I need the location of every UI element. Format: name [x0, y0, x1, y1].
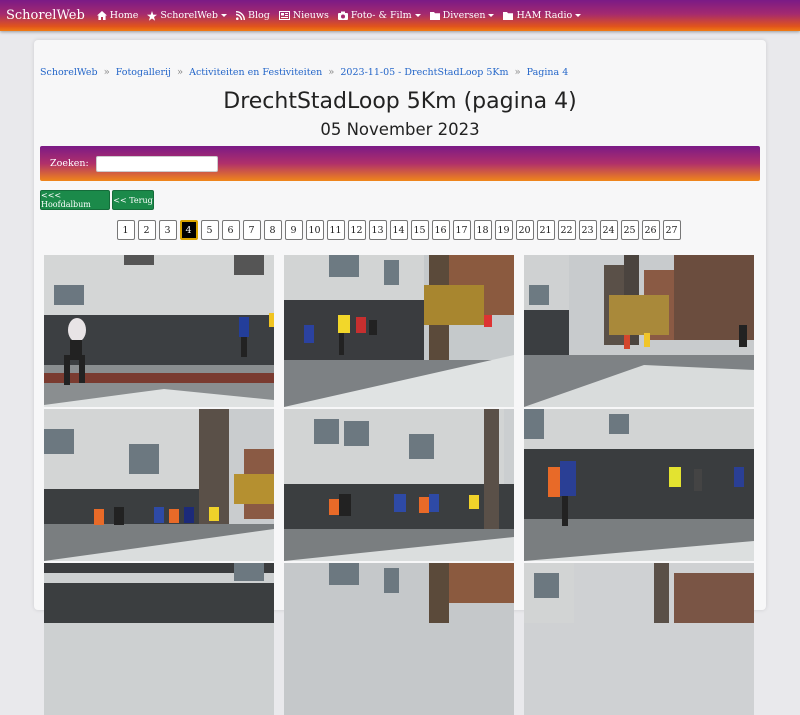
photo-image — [524, 255, 754, 407]
search-bar: Zoeken: — [40, 146, 760, 181]
breadcrumb-item-schorelweb[interactable]: SchorelWeb — [40, 67, 98, 78]
page-button[interactable]: 12 — [347, 220, 366, 240]
breadcrumb-separator-icon: » — [328, 67, 335, 78]
folder-icon — [429, 12, 440, 20]
photo-image — [284, 563, 514, 715]
nav-diversen-label: Diversen — [442, 10, 486, 21]
gallery-photo[interactable] — [44, 563, 274, 715]
page-button[interactable]: 19 — [494, 220, 513, 240]
search-input[interactable] — [95, 155, 218, 172]
nav-ham-radio-label: HAM Radio — [516, 10, 573, 21]
nav-nieuws-label: Nieuws — [292, 10, 329, 21]
chevron-down-icon — [488, 14, 495, 17]
top-navbar: SchorelWeb Home SchorelWeb Blog Nieuws F… — [0, 0, 800, 31]
camera-icon — [337, 11, 348, 20]
page-button[interactable]: 9 — [284, 220, 303, 240]
breadcrumb-item-album[interactable]: 2023-11-05 - DrechtStadLoop 5Km — [340, 67, 508, 78]
nav-foto-film-label: Foto- & Film — [350, 10, 412, 21]
chevron-down-icon — [414, 14, 421, 17]
photo-image — [44, 409, 274, 561]
page-button[interactable]: 24 — [599, 220, 618, 240]
page-button[interactable]: 18 — [473, 220, 492, 240]
photo-image — [284, 255, 514, 407]
page-button[interactable]: 25 — [620, 220, 639, 240]
nav-ham-radio[interactable]: HAM Radio — [503, 10, 582, 21]
nav-blog[interactable]: Blog — [235, 10, 270, 21]
page-button[interactable]: 11 — [326, 220, 345, 240]
search-label: Zoeken: — [50, 158, 89, 169]
newspaper-icon — [278, 11, 290, 20]
breadcrumb-separator-icon: » — [103, 67, 110, 78]
page-button[interactable]: 20 — [515, 220, 534, 240]
breadcrumb-separator-icon: » — [177, 67, 184, 78]
nav-diversen[interactable]: Diversen — [429, 10, 495, 21]
gallery-photo[interactable] — [284, 563, 514, 715]
gallery-photo[interactable] — [524, 255, 754, 407]
breadcrumb-item-activiteiten[interactable]: Activiteiten en Festiviteiten — [189, 67, 322, 78]
brand-link[interactable]: SchorelWeb — [6, 8, 85, 23]
star-icon — [147, 10, 158, 21]
page-button[interactable]: 7 — [242, 220, 261, 240]
page-button-current[interactable]: 4 — [179, 220, 198, 240]
gallery-photo[interactable] — [284, 255, 514, 407]
page-button[interactable]: 15 — [410, 220, 429, 240]
folder-icon — [503, 12, 514, 20]
page-button[interactable]: 27 — [662, 220, 681, 240]
page-button[interactable]: 14 — [389, 220, 408, 240]
gallery-photo[interactable] — [44, 255, 274, 407]
page-button[interactable]: 3 — [158, 220, 177, 240]
page-button[interactable]: 1 — [116, 220, 135, 240]
gallery-photo[interactable] — [284, 409, 514, 561]
photo-image — [44, 563, 274, 715]
page-button[interactable]: 17 — [452, 220, 471, 240]
nav-schorelweb[interactable]: SchorelWeb — [147, 10, 227, 21]
page-button[interactable]: 6 — [221, 220, 240, 240]
content-card: SchorelWeb » Fotogallerij » Activiteiten… — [34, 40, 766, 715]
nav-home-label: Home — [109, 10, 139, 21]
page-button[interactable]: 2 — [137, 220, 156, 240]
page-button[interactable]: 23 — [578, 220, 597, 240]
gallery-photo[interactable] — [44, 409, 274, 561]
gallery-photo[interactable] — [524, 563, 754, 715]
page-title: DrechtStadLoop 5Km (pagina 4) — [223, 89, 577, 114]
page-button[interactable]: 10 — [305, 220, 324, 240]
back-button[interactable]: << Terug — [112, 190, 154, 210]
gallery-photo[interactable] — [524, 409, 754, 561]
page-button[interactable]: 26 — [641, 220, 660, 240]
photo-image — [524, 409, 754, 561]
nav-nieuws[interactable]: Nieuws — [278, 10, 329, 21]
page-button[interactable]: 13 — [368, 220, 387, 240]
page-button[interactable]: 8 — [263, 220, 282, 240]
chevron-down-icon — [575, 14, 582, 17]
nav-blog-label: Blog — [247, 10, 270, 21]
photo-image — [524, 563, 754, 715]
chevron-down-icon — [220, 14, 227, 17]
main-album-button[interactable]: <<< Hoofdalbum — [40, 190, 110, 210]
breadcrumb-item-fotogallerij[interactable]: Fotogallerij — [116, 67, 171, 78]
page-date: 05 November 2023 — [320, 120, 480, 139]
nav-schorelweb-label: SchorelWeb — [160, 10, 218, 21]
rss-icon — [235, 11, 245, 20]
page-button[interactable]: 21 — [536, 220, 555, 240]
page-button[interactable]: 5 — [200, 220, 219, 240]
breadcrumb-separator-icon: » — [514, 67, 521, 78]
photo-image — [44, 255, 274, 407]
page-button[interactable]: 16 — [431, 220, 450, 240]
breadcrumb: SchorelWeb » Fotogallerij » Activiteiten… — [40, 67, 568, 78]
nav-home[interactable]: Home — [96, 10, 139, 21]
pagination: 1 2 3 4 5 6 7 8 9 10 11 12 13 14 15 16 17 18 19 20 21 22 23 24 2… — [34, 220, 766, 240]
nav-foto-film[interactable]: Foto- & Film — [337, 10, 421, 21]
page-button[interactable]: 22 — [557, 220, 576, 240]
photo-image — [284, 409, 514, 561]
breadcrumb-item-current[interactable]: Pagina 4 — [527, 67, 569, 78]
home-icon — [96, 11, 107, 20]
